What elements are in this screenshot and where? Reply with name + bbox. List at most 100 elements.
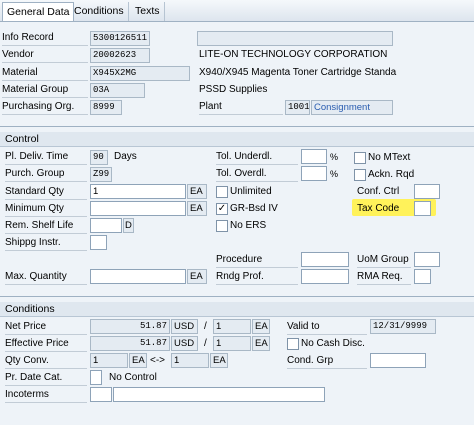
tab-label: General Data [7, 6, 70, 18]
label-underline [5, 385, 87, 386]
label-underline [5, 199, 87, 200]
qty-conv-to-field[interactable]: 1 [171, 353, 209, 368]
label-underline [5, 351, 87, 352]
material-group-description: PSSD Supplies [199, 84, 268, 95]
tab-label: Conditions [74, 5, 124, 17]
shippg-instr-field[interactable] [90, 235, 107, 250]
label-underline [357, 267, 411, 268]
purch-group-field[interactable]: Z99 [90, 167, 112, 182]
percent-sign: % [330, 152, 339, 162]
tab-label: Texts [135, 5, 160, 17]
label-underline [5, 164, 87, 165]
incoterms-field[interactable] [90, 387, 112, 402]
standard-qty-unit[interactable]: EA [187, 184, 207, 199]
tol-overdl-label: Tol. Overdl. [216, 168, 267, 179]
tol-overdl-field[interactable] [301, 166, 327, 181]
rma-req-label: RMA Req. [357, 271, 403, 282]
net-price-currency[interactable]: USD [171, 319, 198, 334]
incoterms-location-field[interactable] [113, 387, 325, 402]
net-price-field[interactable]: 51.87 [90, 319, 170, 334]
qty-conv-to-unit[interactable]: EA [210, 353, 228, 368]
purchasing-org-field[interactable]: 8999 [90, 100, 122, 115]
procedure-field[interactable] [301, 252, 349, 267]
label-underline [2, 114, 88, 115]
tax-code-label: Tax Code [357, 203, 400, 214]
unlimited-label: Unlimited [230, 186, 272, 197]
purchasing-org-label: Purchasing Org. [2, 101, 75, 112]
effective-price-currency[interactable]: USD [171, 336, 198, 351]
rem-shelf-life-unit[interactable]: D [123, 218, 134, 233]
label-underline [5, 368, 87, 369]
cond-grp-field[interactable] [370, 353, 426, 368]
ackn-rqd-checkbox[interactable] [354, 169, 366, 181]
qty-conv-from-unit[interactable]: EA [129, 353, 147, 368]
vendor-name: LITE-ON TECHNOLOGY CORPORATION [199, 49, 388, 60]
vendor-extra-field [197, 31, 393, 46]
pl-deliv-time-field[interactable]: 90 [90, 150, 108, 165]
valid-to-label: Valid to [287, 321, 320, 332]
plant-field[interactable]: 1001 [285, 100, 310, 115]
material-group-label: Material Group [2, 84, 69, 95]
no-cash-disc-label: No Cash Disc. [301, 338, 365, 349]
percent-sign: % [330, 169, 339, 179]
label-underline [5, 233, 87, 234]
tab-general-data[interactable]: General Data [2, 2, 75, 21]
net-price-label: Net Price [5, 321, 47, 332]
label-underline [5, 181, 87, 182]
label-underline [2, 62, 88, 63]
label-underline [5, 284, 87, 285]
material-group-field[interactable]: 03A [90, 83, 145, 98]
no-ers-checkbox[interactable] [216, 220, 228, 232]
tab-texts[interactable]: Texts [131, 2, 165, 21]
conf-ctrl-label: Conf. Ctrl [357, 186, 400, 197]
gr-bsd-iv-label: GR-Bsd IV [230, 203, 278, 214]
max-quantity-label: Max. Quantity [5, 271, 67, 282]
valid-to-field[interactable]: 12/31/9999 [370, 319, 436, 334]
label-underline [357, 284, 411, 285]
rndg-prof-label: Rndg Prof. [216, 271, 264, 282]
effective-price-unit[interactable]: EA [252, 336, 270, 351]
tol-underdl-field[interactable] [301, 149, 327, 164]
label-underline [216, 164, 298, 165]
tax-code-field[interactable] [414, 201, 431, 216]
material-field[interactable]: X945X2MG [90, 66, 190, 81]
net-price-per-field[interactable]: 1 [213, 319, 251, 334]
pr-date-cat-field[interactable] [90, 370, 102, 385]
vendor-label: Vendor [2, 49, 34, 60]
rndg-prof-field[interactable] [301, 269, 349, 284]
tab-conditions[interactable]: Conditions [70, 2, 129, 21]
label-underline [2, 45, 88, 46]
conf-ctrl-field[interactable] [414, 184, 440, 199]
qty-conv-from-field[interactable]: 1 [90, 353, 128, 368]
per-slash: / [204, 321, 207, 332]
net-price-unit[interactable]: EA [252, 319, 270, 334]
conditions-group-title: Conditions [0, 302, 474, 317]
max-quantity-field[interactable] [90, 269, 186, 284]
gr-bsd-iv-checkbox[interactable]: ✓ [216, 203, 228, 215]
unlimited-checkbox[interactable] [216, 186, 228, 198]
label-underline [5, 250, 87, 251]
uom-group-field[interactable] [414, 252, 440, 267]
control-group-title: Control [0, 132, 474, 147]
minimum-qty-unit[interactable]: EA [187, 201, 207, 216]
pr-date-cat-description: No Control [109, 372, 157, 383]
tol-underdl-label: Tol. Underdl. [216, 151, 273, 162]
qty-conv-label: Qty Conv. [5, 355, 49, 366]
minimum-qty-field[interactable] [90, 201, 186, 216]
purch-group-label: Purch. Group [5, 168, 65, 179]
effective-price-field[interactable]: 51.87 [90, 336, 170, 351]
label-underline [216, 181, 298, 182]
vendor-field[interactable]: 20002623 [90, 48, 150, 63]
no-cash-disc-checkbox[interactable] [287, 338, 299, 350]
no-mtext-checkbox[interactable] [354, 152, 366, 164]
plant-description-field: Consignment [311, 100, 393, 115]
effective-price-per-field[interactable]: 1 [213, 336, 251, 351]
max-quantity-unit[interactable]: EA [187, 269, 207, 284]
rem-shelf-life-field[interactable] [90, 218, 122, 233]
standard-qty-field[interactable]: 1 [90, 184, 186, 199]
info-record-field[interactable]: 5300126511 [90, 31, 150, 46]
days-label: Days [114, 151, 137, 162]
rma-req-field[interactable] [414, 269, 431, 284]
no-ers-label: No ERS [230, 220, 267, 231]
label-underline [5, 216, 87, 217]
